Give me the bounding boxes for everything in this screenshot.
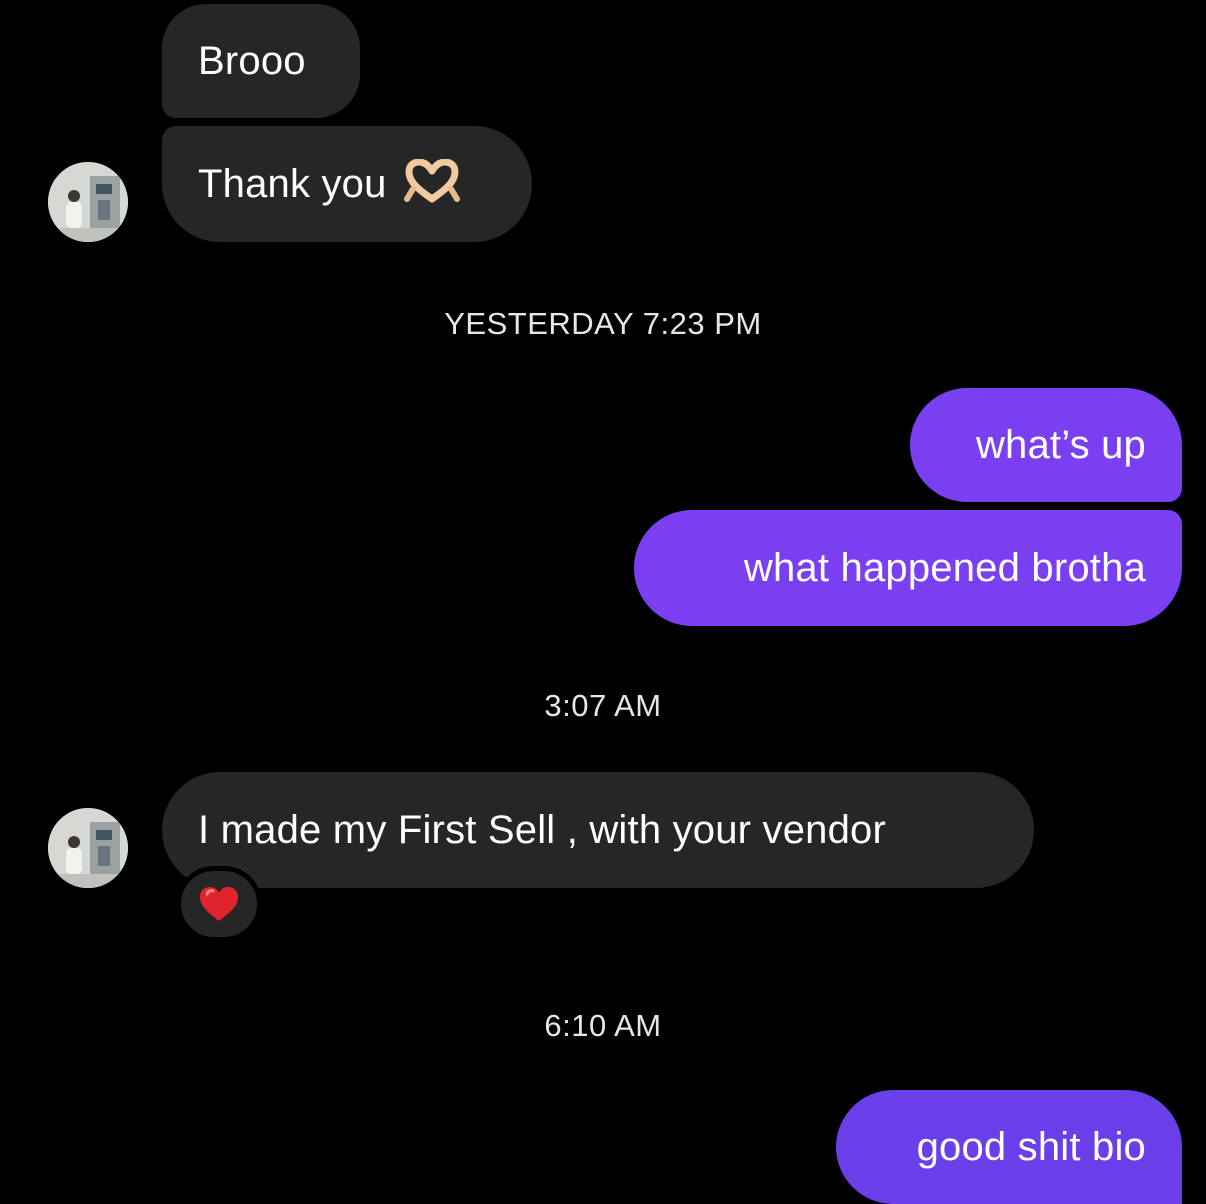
- message-bubble-outgoing[interactable]: what’s up: [910, 388, 1182, 502]
- message-bubble-incoming[interactable]: Thank you: [162, 126, 532, 242]
- message-bubble-outgoing[interactable]: what happened brotha: [634, 510, 1182, 626]
- message-text: good shit bio: [916, 1125, 1146, 1169]
- red-heart-icon: [200, 887, 238, 921]
- heart-hands-icon: [403, 158, 461, 210]
- message-reaction[interactable]: [176, 866, 262, 942]
- message-text: what happened brotha: [743, 546, 1146, 590]
- message-text: what’s up: [975, 423, 1146, 467]
- message-text: Brooo: [198, 39, 306, 83]
- contact-avatar[interactable]: [48, 162, 128, 242]
- message-bubble-incoming[interactable]: I made my First Sell , with your vendor: [162, 772, 1034, 888]
- message-text: I made my First Sell , with your vendor: [198, 808, 887, 852]
- message-bubble-incoming[interactable]: Brooo: [162, 4, 360, 118]
- timestamp: 6:10 AM: [544, 1008, 662, 1043]
- message-text: Thank you: [198, 162, 387, 206]
- timestamp: 3:07 AM: [544, 688, 662, 723]
- timestamp: YESTERDAY 7:23 PM: [444, 306, 762, 341]
- contact-avatar[interactable]: [48, 808, 128, 888]
- message-bubble-outgoing[interactable]: good shit bio: [836, 1090, 1182, 1204]
